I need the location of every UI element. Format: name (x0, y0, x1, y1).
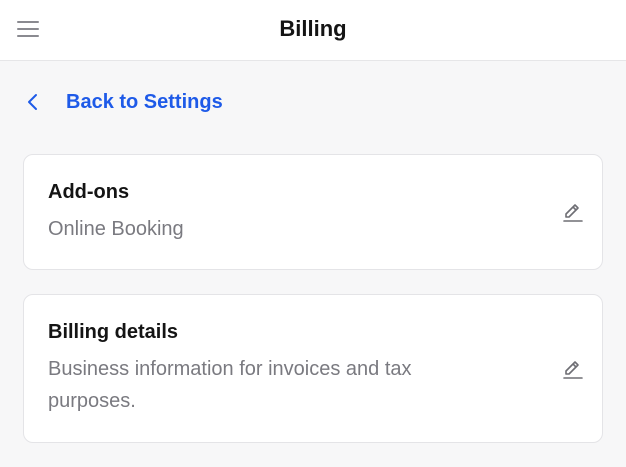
billing-details-description: Business information for invoices and ta… (48, 358, 412, 412)
add-ons-description: Online Booking (48, 218, 184, 240)
top-bar: Billing (0, 0, 626, 61)
chevron-left-icon (28, 94, 37, 110)
back-to-settings-link[interactable]: Back to Settings (22, 86, 223, 118)
billing-details-card[interactable]: Billing details Business information for… (23, 294, 603, 443)
back-to-settings-label: Back to Settings (66, 90, 223, 113)
hamburger-menu-icon[interactable] (12, 15, 44, 43)
add-ons-card[interactable]: Add-ons Online Booking (23, 154, 603, 270)
add-ons-title: Add-ons (48, 181, 130, 203)
pencil-edit-icon[interactable] (560, 356, 586, 382)
pencil-edit-icon[interactable] (560, 199, 586, 225)
page-title: Billing (279, 16, 347, 41)
billing-details-title: Billing details (48, 321, 179, 343)
